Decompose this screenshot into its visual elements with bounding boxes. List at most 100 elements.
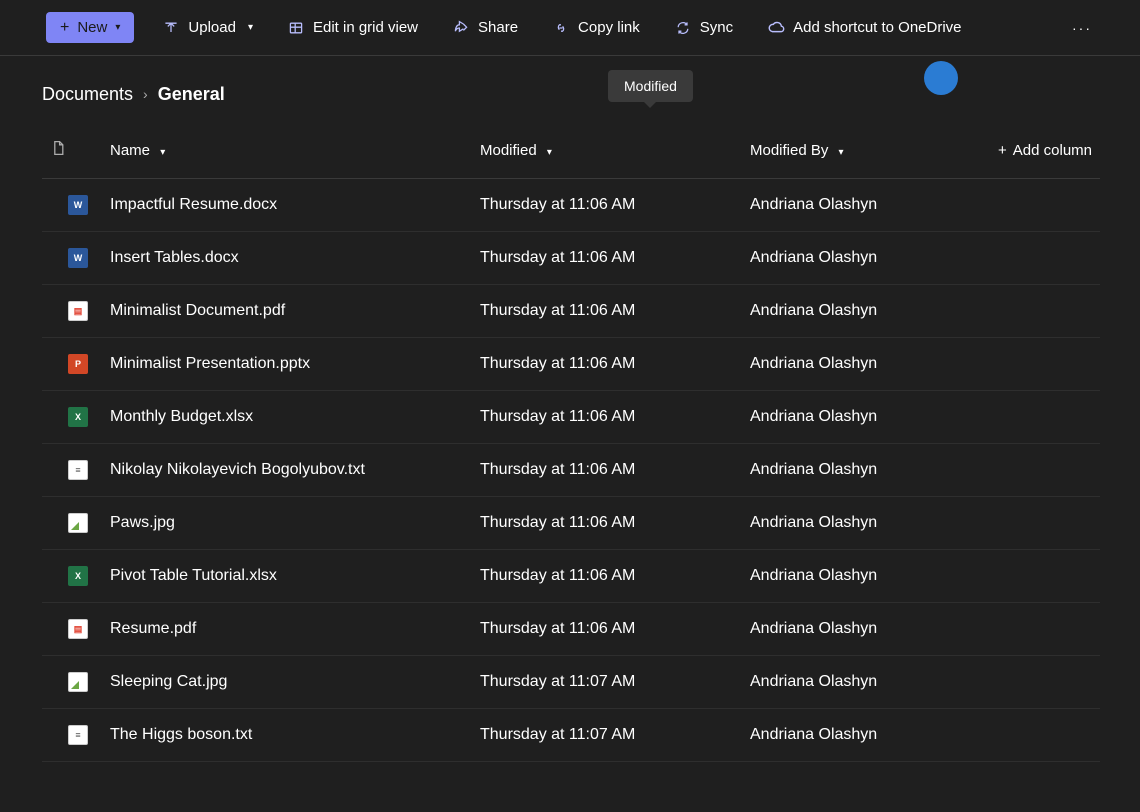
file-modified-by: Andriana Olashyn bbox=[742, 444, 932, 497]
file-name: The Higgs boson.txt bbox=[102, 709, 472, 762]
file-name: Minimalist Presentation.pptx bbox=[102, 338, 472, 391]
file-modified-by: Andriana Olashyn bbox=[742, 179, 932, 232]
file-table: Name ▾ Modified ▾ Modified By ▾ + Add co… bbox=[42, 124, 1100, 762]
file-table-wrap: Name ▾ Modified ▾ Modified By ▾ + Add co… bbox=[0, 124, 1140, 762]
img-file-icon bbox=[68, 513, 88, 533]
file-name: Resume.pdf bbox=[102, 603, 472, 656]
copy-link-button[interactable]: Copy link bbox=[542, 13, 650, 43]
breadcrumb-root[interactable]: Documents bbox=[42, 84, 133, 105]
toolbar: + New ▾ Upload ▾ Edit in grid view Share… bbox=[0, 0, 1140, 56]
file-modified-by: Andriana Olashyn bbox=[742, 709, 932, 762]
table-row[interactable]: W Insert Tables.docxThursday at 11:06 AMA… bbox=[42, 232, 1100, 285]
grid-icon bbox=[287, 19, 305, 37]
sync-icon bbox=[674, 19, 692, 37]
add-shortcut-label: Add shortcut to OneDrive bbox=[793, 19, 961, 36]
share-icon bbox=[452, 19, 470, 37]
tooltip-text: Modified bbox=[624, 78, 677, 94]
file-modified: Thursday at 11:06 AM bbox=[472, 550, 742, 603]
chevron-down-icon: ▾ bbox=[160, 147, 165, 158]
file-modified: Thursday at 11:06 AM bbox=[472, 497, 742, 550]
sync-label: Sync bbox=[700, 19, 733, 36]
file-modified: Thursday at 11:06 AM bbox=[472, 232, 742, 285]
excel-file-icon: X bbox=[68, 407, 88, 427]
file-modified-by: Andriana Olashyn bbox=[742, 391, 932, 444]
table-row[interactable]: P Minimalist Presentation.pptxThursday at… bbox=[42, 338, 1100, 391]
file-name: Monthly Budget.xlsx bbox=[102, 391, 472, 444]
file-modified-by: Andriana Olashyn bbox=[742, 285, 932, 338]
file-name: Nikolay Nikolayevich Bogolyubov.txt bbox=[102, 444, 472, 497]
file-name: Insert Tables.docx bbox=[102, 232, 472, 285]
word-file-icon: W bbox=[68, 195, 88, 215]
table-row[interactable]: ≡The Higgs boson.txtThursday at 11:07 AM… bbox=[42, 709, 1100, 762]
pdf-file-icon: ▤ bbox=[68, 619, 88, 639]
table-row[interactable]: ≡ Nikolay Nikolayevich Bogolyubov.txtThur… bbox=[42, 444, 1100, 497]
txt-file-icon: ≡ bbox=[68, 460, 88, 480]
txt-file-icon: ≡ bbox=[68, 725, 88, 745]
new-button-label: New bbox=[77, 19, 107, 36]
table-row[interactable]: ▤ Resume.pdfThursday at 11:06 AMAndriana … bbox=[42, 603, 1100, 656]
column-header-modified-by-label: Modified By bbox=[750, 142, 828, 159]
img-file-icon bbox=[68, 672, 88, 692]
upload-label: Upload bbox=[188, 19, 236, 36]
file-name: Pivot Table Tutorial.xlsx bbox=[102, 550, 472, 603]
file-name: Sleeping Cat.jpg bbox=[102, 656, 472, 709]
file-name: Impactful Resume.docx bbox=[102, 179, 472, 232]
water-drop-icon bbox=[924, 61, 958, 95]
ppt-file-icon: P bbox=[68, 354, 88, 374]
file-modified: Thursday at 11:06 AM bbox=[472, 391, 742, 444]
column-header-name[interactable]: Name ▾ bbox=[102, 124, 472, 179]
column-header-name-label: Name bbox=[110, 142, 150, 159]
file-modified: Thursday at 11:06 AM bbox=[472, 444, 742, 497]
file-modified: Thursday at 11:06 AM bbox=[472, 603, 742, 656]
upload-icon bbox=[162, 19, 180, 37]
file-modified-by: Andriana Olashyn bbox=[742, 550, 932, 603]
plus-icon: + bbox=[60, 20, 69, 36]
file-name: Minimalist Document.pdf bbox=[102, 285, 472, 338]
new-button[interactable]: + New ▾ bbox=[46, 12, 134, 43]
file-modified: Thursday at 11:06 AM bbox=[472, 179, 742, 232]
copy-link-label: Copy link bbox=[578, 19, 640, 36]
pdf-file-icon: ▤ bbox=[68, 301, 88, 321]
file-modified: Thursday at 11:06 AM bbox=[472, 338, 742, 391]
link-icon bbox=[552, 19, 570, 37]
column-header-modified-label: Modified bbox=[480, 142, 537, 159]
column-header-modified-by[interactable]: Modified By ▾ bbox=[742, 124, 932, 179]
edit-grid-button[interactable]: Edit in grid view bbox=[277, 13, 428, 43]
share-button[interactable]: Share bbox=[442, 13, 528, 43]
column-header-add[interactable]: + Add column bbox=[932, 124, 1100, 179]
chevron-right-icon: › bbox=[143, 86, 148, 102]
share-label: Share bbox=[478, 19, 518, 36]
add-column-button[interactable]: + Add column bbox=[998, 142, 1092, 159]
table-row[interactable]: Paws.jpgThursday at 11:06 AMAndriana Ola… bbox=[42, 497, 1100, 550]
file-modified: Thursday at 11:06 AM bbox=[472, 285, 742, 338]
chevron-down-icon: ▾ bbox=[547, 147, 552, 158]
table-row[interactable]: W Impactful Resume.docxThursday at 11:06 … bbox=[42, 179, 1100, 232]
word-file-icon: W bbox=[68, 248, 88, 268]
file-modified-by: Andriana Olashyn bbox=[742, 497, 932, 550]
add-column-label: Add column bbox=[1013, 142, 1092, 159]
chevron-down-icon: ▾ bbox=[839, 147, 844, 158]
upload-button[interactable]: Upload ▾ bbox=[152, 13, 263, 43]
column-tooltip: Modified bbox=[608, 70, 693, 102]
file-modified-by: Andriana Olashyn bbox=[742, 232, 932, 285]
breadcrumb-current: General bbox=[158, 84, 225, 105]
table-row[interactable]: X Monthly Budget.xlsxThursday at 11:06 AM… bbox=[42, 391, 1100, 444]
add-shortcut-button[interactable]: Add shortcut to OneDrive bbox=[757, 13, 971, 43]
chevron-down-icon: ▾ bbox=[248, 22, 253, 33]
table-row[interactable]: Sleeping Cat.jpgThursday at 11:07 AMAndr… bbox=[42, 656, 1100, 709]
file-modified-by: Andriana Olashyn bbox=[742, 603, 932, 656]
chevron-down-icon: ▾ bbox=[115, 22, 120, 33]
excel-file-icon: X bbox=[68, 566, 88, 586]
sync-button[interactable]: Sync bbox=[664, 13, 743, 43]
file-name: Paws.jpg bbox=[102, 497, 472, 550]
breadcrumb-row: Documents › General Modified bbox=[0, 56, 1140, 124]
table-row[interactable]: ▤ Minimalist Document.pdfThursday at 11:0… bbox=[42, 285, 1100, 338]
ellipsis-icon: ··· bbox=[1072, 20, 1092, 36]
more-button[interactable]: ··· bbox=[1064, 16, 1100, 40]
column-header-modified[interactable]: Modified ▾ bbox=[472, 124, 742, 179]
onedrive-icon bbox=[767, 19, 785, 37]
file-modified: Thursday at 11:07 AM bbox=[472, 656, 742, 709]
file-modified-by: Andriana Olashyn bbox=[742, 338, 932, 391]
column-header-type[interactable] bbox=[42, 124, 102, 179]
table-row[interactable]: X Pivot Table Tutorial.xlsxThursday at 11… bbox=[42, 550, 1100, 603]
